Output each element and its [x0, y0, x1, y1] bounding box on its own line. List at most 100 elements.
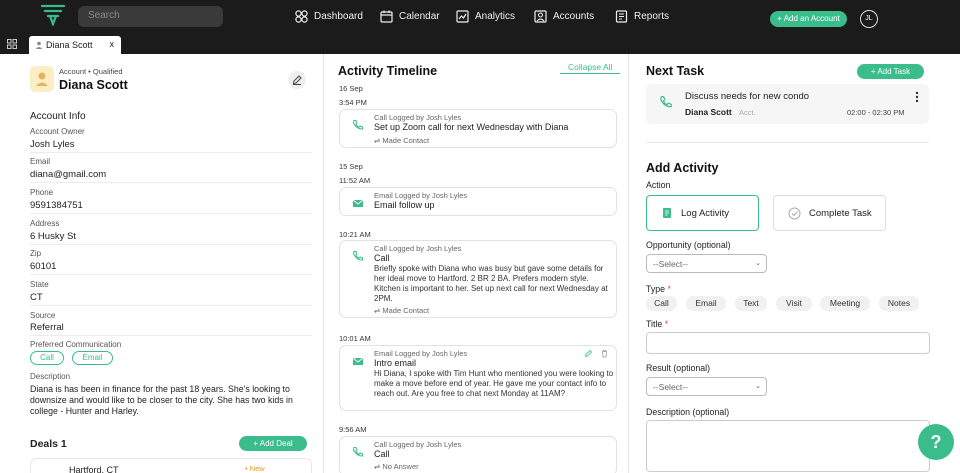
divider: [30, 274, 312, 275]
opportunity-select[interactable]: --Select-- ⌄: [646, 254, 767, 273]
type-visit-chip[interactable]: Visit: [776, 296, 812, 311]
title-input[interactable]: [646, 332, 930, 354]
log-activity-button[interactable]: Log Activity: [646, 195, 759, 231]
title-label: Title *: [646, 319, 669, 329]
nav-accounts-label: Accounts: [553, 10, 595, 22]
type-notes-chip[interactable]: Notes: [879, 296, 919, 311]
nav-calendar[interactable]: Calendar: [380, 8, 440, 24]
task-title: Discuss needs for new condo: [685, 91, 810, 102]
reports-icon: [615, 9, 628, 23]
nav-analytics[interactable]: Analytics: [456, 8, 515, 24]
result-label: Result (optional): [646, 363, 711, 373]
entry-time: 9:56 AM: [339, 425, 367, 434]
chevron-down-icon: ⌄: [755, 260, 761, 267]
nav-reports-label: Reports: [634, 10, 670, 22]
grid-icon[interactable]: [7, 39, 17, 49]
edit-entry-icon[interactable]: [584, 349, 593, 358]
date-header: 15 Sep: [339, 162, 363, 171]
entry-time: 11:52 AM: [339, 176, 371, 185]
source-label: Source: [30, 311, 56, 320]
add-account-button[interactable]: + Add an Account: [770, 11, 847, 27]
app-logo-icon[interactable]: [40, 4, 66, 26]
deal-card[interactable]: Hartford, CT • New: [30, 458, 312, 473]
divider: [30, 152, 312, 153]
log-activity-label: Log Activity: [681, 207, 730, 219]
timeline-entry[interactable]: Call Logged by Josh Lyles Set up Zoom ca…: [339, 109, 617, 148]
tab-diana-scott[interactable]: Diana Scott x: [29, 36, 121, 54]
phone-icon: [352, 120, 363, 130]
pref-call-pill[interactable]: Call: [30, 351, 64, 365]
add-deal-button[interactable]: + Add Deal: [239, 436, 307, 451]
entry-title: Intro email: [374, 358, 417, 368]
more-options-icon[interactable]: [915, 91, 919, 103]
nav-calendar-label: Calendar: [399, 10, 440, 22]
email-icon: [352, 357, 364, 365]
entry-title: Set up Zoom call for next Wednesday with…: [374, 122, 569, 132]
next-task-card[interactable]: Discuss needs for new condo Diana Scott …: [646, 84, 929, 124]
description-activity-label: Description (optional): [646, 407, 730, 417]
log-icon: [663, 208, 671, 218]
divider: [30, 182, 312, 183]
nav-reports[interactable]: Reports: [615, 8, 669, 24]
owner-value: Josh Lyles: [30, 139, 75, 150]
zip-label: Zip: [30, 249, 42, 258]
account-person-icon: [36, 72, 48, 86]
analytics-icon: [456, 9, 469, 23]
deal-name: Hartford, CT: [69, 465, 119, 473]
tab-label: Diana Scott: [46, 40, 93, 50]
next-task-title: Next Task: [646, 64, 705, 78]
entry-time: 10:21 AM: [339, 230, 371, 239]
complete-task-button[interactable]: Complete Task: [773, 195, 886, 231]
help-button[interactable]: ?: [918, 424, 954, 460]
pencil-icon: [292, 75, 302, 85]
account-status: Account • Qualified: [59, 67, 123, 76]
description-label: Description: [30, 372, 71, 381]
entry-meta: Email Logged by Josh Lyles: [374, 349, 468, 358]
entry-body: Briefly spoke with Diana who was busy bu…: [374, 264, 608, 303]
collapse-all-link[interactable]: Collapse All: [560, 62, 621, 74]
divider: [30, 244, 312, 245]
description-textarea[interactable]: [646, 420, 930, 472]
type-meeting-chip[interactable]: Meeting: [820, 296, 870, 311]
address-label: Address: [30, 219, 60, 228]
source-value: Referral: [30, 322, 64, 333]
timeline-entry[interactable]: Call Logged by Josh Lyles Call Briefly s…: [339, 240, 617, 318]
entry-result: ⇌ No Answer: [374, 462, 419, 471]
add-activity-title: Add Activity: [646, 161, 719, 175]
add-task-button[interactable]: + Add Task: [857, 64, 924, 79]
entry-meta: Call Logged by Josh Lyles: [374, 113, 462, 122]
pref-email-pill[interactable]: Email: [72, 351, 113, 365]
edit-account-button[interactable]: [288, 71, 306, 89]
nav-dashboard[interactable]: Dashboard: [295, 8, 363, 24]
nav-accounts[interactable]: Accounts: [534, 8, 594, 24]
entry-title: Email follow up: [374, 200, 435, 210]
avatar[interactable]: JL: [860, 10, 878, 28]
phone-icon: [352, 251, 363, 261]
task-activity-panel: Next Task + Add Task Discuss needs for n…: [630, 54, 960, 473]
timeline-entry[interactable]: Email Logged by Josh Lyles Intro email H…: [339, 345, 617, 411]
type-text-chip[interactable]: Text: [735, 296, 767, 311]
entry-body: Hi Diana, I spoke with Tim Hunt who ment…: [374, 369, 614, 398]
search-input[interactable]: Search: [78, 6, 223, 27]
entry-meta: Call Logged by Josh Lyles: [374, 440, 462, 449]
type-email-chip[interactable]: Email: [686, 296, 726, 311]
entry-result: ⇌ Made Contact: [374, 136, 430, 145]
entry-time: 10:01 AM: [339, 334, 371, 343]
account-panel: Account • Qualified Diana Scott Account …: [0, 54, 322, 473]
entry-result: ⇌ Made Contact: [374, 306, 430, 315]
close-icon[interactable]: x: [110, 39, 115, 49]
divider: [646, 142, 929, 143]
delete-entry-icon[interactable]: [600, 349, 609, 358]
phone-label: Phone: [30, 188, 54, 197]
activity-timeline-panel: Activity Timeline Collapse All 16 Sep 3:…: [323, 54, 629, 473]
phone-value: 9591384751: [30, 200, 83, 211]
timeline-entry[interactable]: Email Logged by Josh Lyles Email follow …: [339, 187, 617, 216]
timeline-entry[interactable]: Call Logged by Josh Lyles Call ⇌ No Answ…: [339, 436, 617, 473]
result-select[interactable]: --Select-- ⌄: [646, 377, 767, 396]
entry-time: 3:54 PM: [339, 98, 367, 107]
entry-title: Call: [374, 449, 390, 459]
nav-dashboard-label: Dashboard: [314, 10, 363, 22]
type-call-chip[interactable]: Call: [646, 296, 677, 311]
state-value: CT: [30, 292, 43, 303]
timeline-title: Activity Timeline: [338, 64, 438, 78]
